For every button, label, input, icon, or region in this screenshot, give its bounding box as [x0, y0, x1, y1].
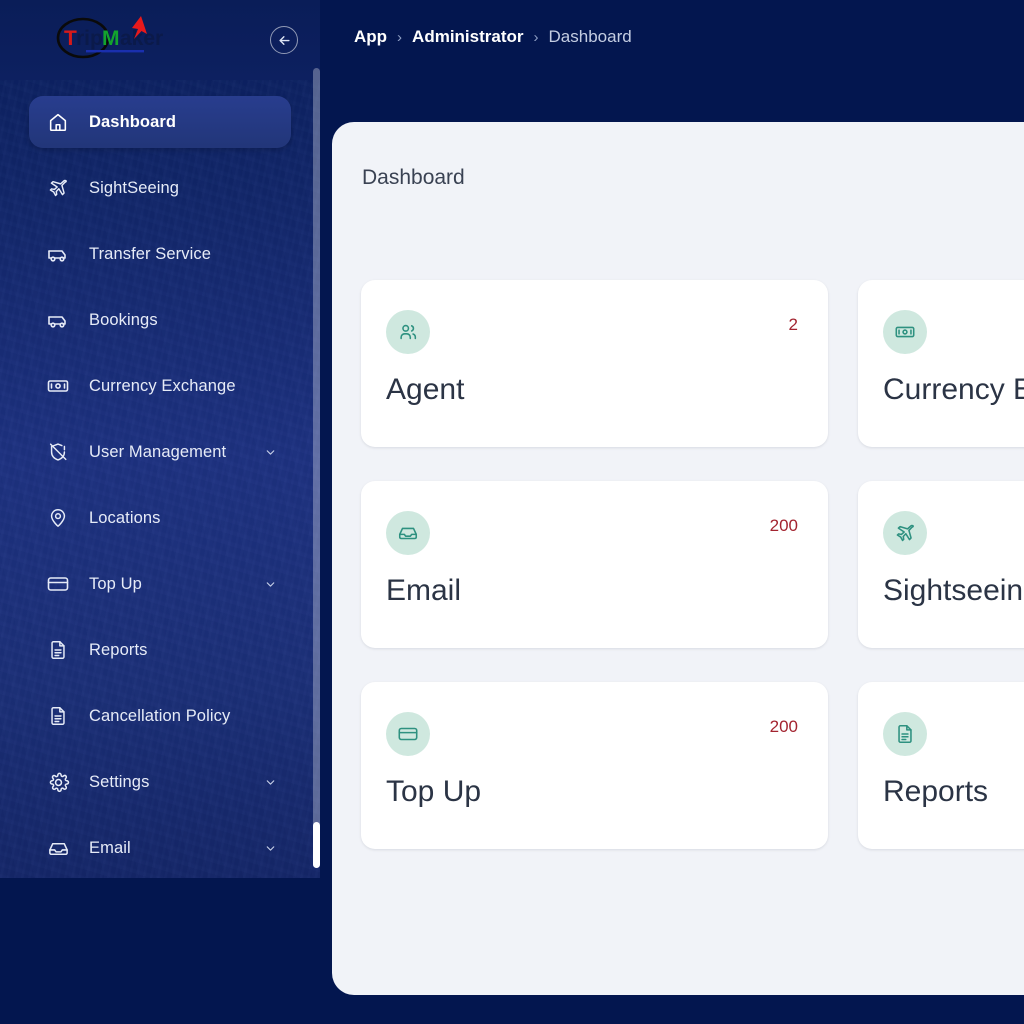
brand-logo[interactable]: T rip M aker	[46, 8, 166, 68]
document-icon	[883, 712, 927, 756]
chevron-down-icon[interactable]	[263, 445, 277, 459]
banknote-icon	[45, 373, 71, 399]
sidebar-item-transfer-service[interactable]: Transfer Service	[29, 228, 291, 280]
plane-icon	[45, 175, 71, 201]
sidebar-item-label: Settings	[89, 772, 150, 791]
card-title: Currency Exchange	[883, 373, 1024, 406]
sidebar-item-sightseeing[interactable]: SightSeeing	[29, 162, 291, 214]
document-icon	[45, 637, 71, 663]
card-count: 200	[769, 516, 798, 535]
sidebar-item-user-management[interactable]: User Management	[29, 426, 291, 478]
credit-card-icon	[45, 571, 71, 597]
breadcrumb-separator: ›	[397, 28, 403, 46]
sidebar-item-label: Dashboard	[89, 112, 177, 131]
sidebar-item-reports[interactable]: Reports	[29, 624, 291, 676]
dashboard-card-reports[interactable]: Reports	[858, 682, 1024, 849]
dashboard-card-agent[interactable]: 2 Agent	[361, 280, 828, 447]
breadcrumb: App › Administrator › Dashboard	[354, 27, 632, 47]
sidebar-item-label: Email	[89, 838, 131, 857]
arrow-left-circle-icon	[277, 33, 292, 48]
svg-text:rip: rip	[76, 27, 103, 50]
breadcrumb-item-dashboard: Dashboard	[548, 27, 632, 46]
dashboard-card-top-up[interactable]: 200 Top Up	[361, 682, 828, 849]
breadcrumb-item-administrator[interactable]: Administrator	[412, 27, 523, 47]
page-title: Dashboard	[362, 166, 465, 189]
dashboard-card-sightseeing[interactable]: Sightseeing	[858, 481, 1024, 648]
sidebar-item-currency-exchange[interactable]: Currency Exchange	[29, 360, 291, 412]
shield-off-icon	[45, 439, 71, 465]
sidebar-item-locations[interactable]: Locations	[29, 492, 291, 544]
document-icon	[45, 703, 71, 729]
sidebar-nav: Dashboard SightSeeing Transfer Service B…	[0, 96, 320, 878]
svg-text:M: M	[102, 27, 120, 50]
sidebar-item-label: Reports	[89, 640, 148, 659]
sidebar-item-top-up[interactable]: Top Up	[29, 558, 291, 610]
home-icon	[45, 109, 71, 135]
card-title: Email	[386, 574, 462, 607]
sidebar-item-label: Bookings	[89, 310, 158, 329]
users-icon	[386, 310, 430, 354]
card-title: Agent	[386, 373, 465, 406]
plane-icon	[883, 511, 927, 555]
inbox-icon	[386, 511, 430, 555]
sidebar-item-label: Cancellation Policy	[89, 706, 231, 725]
chevron-down-icon[interactable]	[263, 841, 277, 855]
sidebar: T rip M aker Dashboard SightSeeing Trans…	[0, 0, 320, 878]
breadcrumb-item-app[interactable]: App	[354, 27, 387, 47]
card-title: Sightseeing	[883, 574, 1024, 607]
chevron-down-icon[interactable]	[263, 577, 277, 591]
main-panel: Dashboard 2 Agent Currency E 200 Email S…	[332, 122, 1024, 995]
dashboard-card-currency-exchange[interactable]: Currency Exchange	[858, 280, 1024, 447]
sidebar-item-label: Top Up	[89, 574, 142, 593]
app-root: T rip M aker Dashboard SightSeeing Trans…	[0, 0, 1024, 1024]
sidebar-item-label: SightSeeing	[89, 178, 180, 197]
sidebar-item-label: User Management	[89, 442, 227, 461]
card-count: 2	[788, 315, 798, 334]
sidebar-scrollbar-thumb[interactable]	[313, 822, 320, 868]
sidebar-item-bookings[interactable]: Bookings	[29, 294, 291, 346]
sidebar-item-label: Transfer Service	[89, 244, 212, 263]
sidebar-item-dashboard[interactable]: Dashboard	[29, 96, 291, 148]
sidebar-scrollbar-track[interactable]	[313, 68, 320, 868]
credit-card-icon	[386, 712, 430, 756]
inbox-icon	[45, 835, 71, 861]
chevron-down-icon[interactable]	[263, 775, 277, 789]
sidebar-collapse-button[interactable]	[270, 26, 298, 54]
dashboard-cards-grid: 2 Agent Currency Exchange	[361, 280, 1024, 849]
sidebar-item-email[interactable]: Email	[29, 822, 291, 874]
sidebar-item-cancellation-policy[interactable]: Cancellation Policy	[29, 690, 291, 742]
card-title: Reports	[883, 775, 989, 808]
car-icon	[45, 307, 71, 333]
map-pin-icon	[45, 505, 71, 531]
sidebar-item-label: Currency Exchange	[89, 376, 236, 395]
dashboard-card-email[interactable]: 200 Email	[361, 481, 828, 648]
banknote-icon	[883, 310, 927, 354]
card-title: Top Up	[386, 775, 482, 808]
breadcrumb-separator: ›	[533, 28, 539, 46]
card-count: 200	[769, 717, 798, 736]
gear-icon	[45, 769, 71, 795]
sidebar-item-settings[interactable]: Settings	[29, 756, 291, 808]
sidebar-item-label: Locations	[89, 508, 161, 527]
car-icon	[45, 241, 71, 267]
